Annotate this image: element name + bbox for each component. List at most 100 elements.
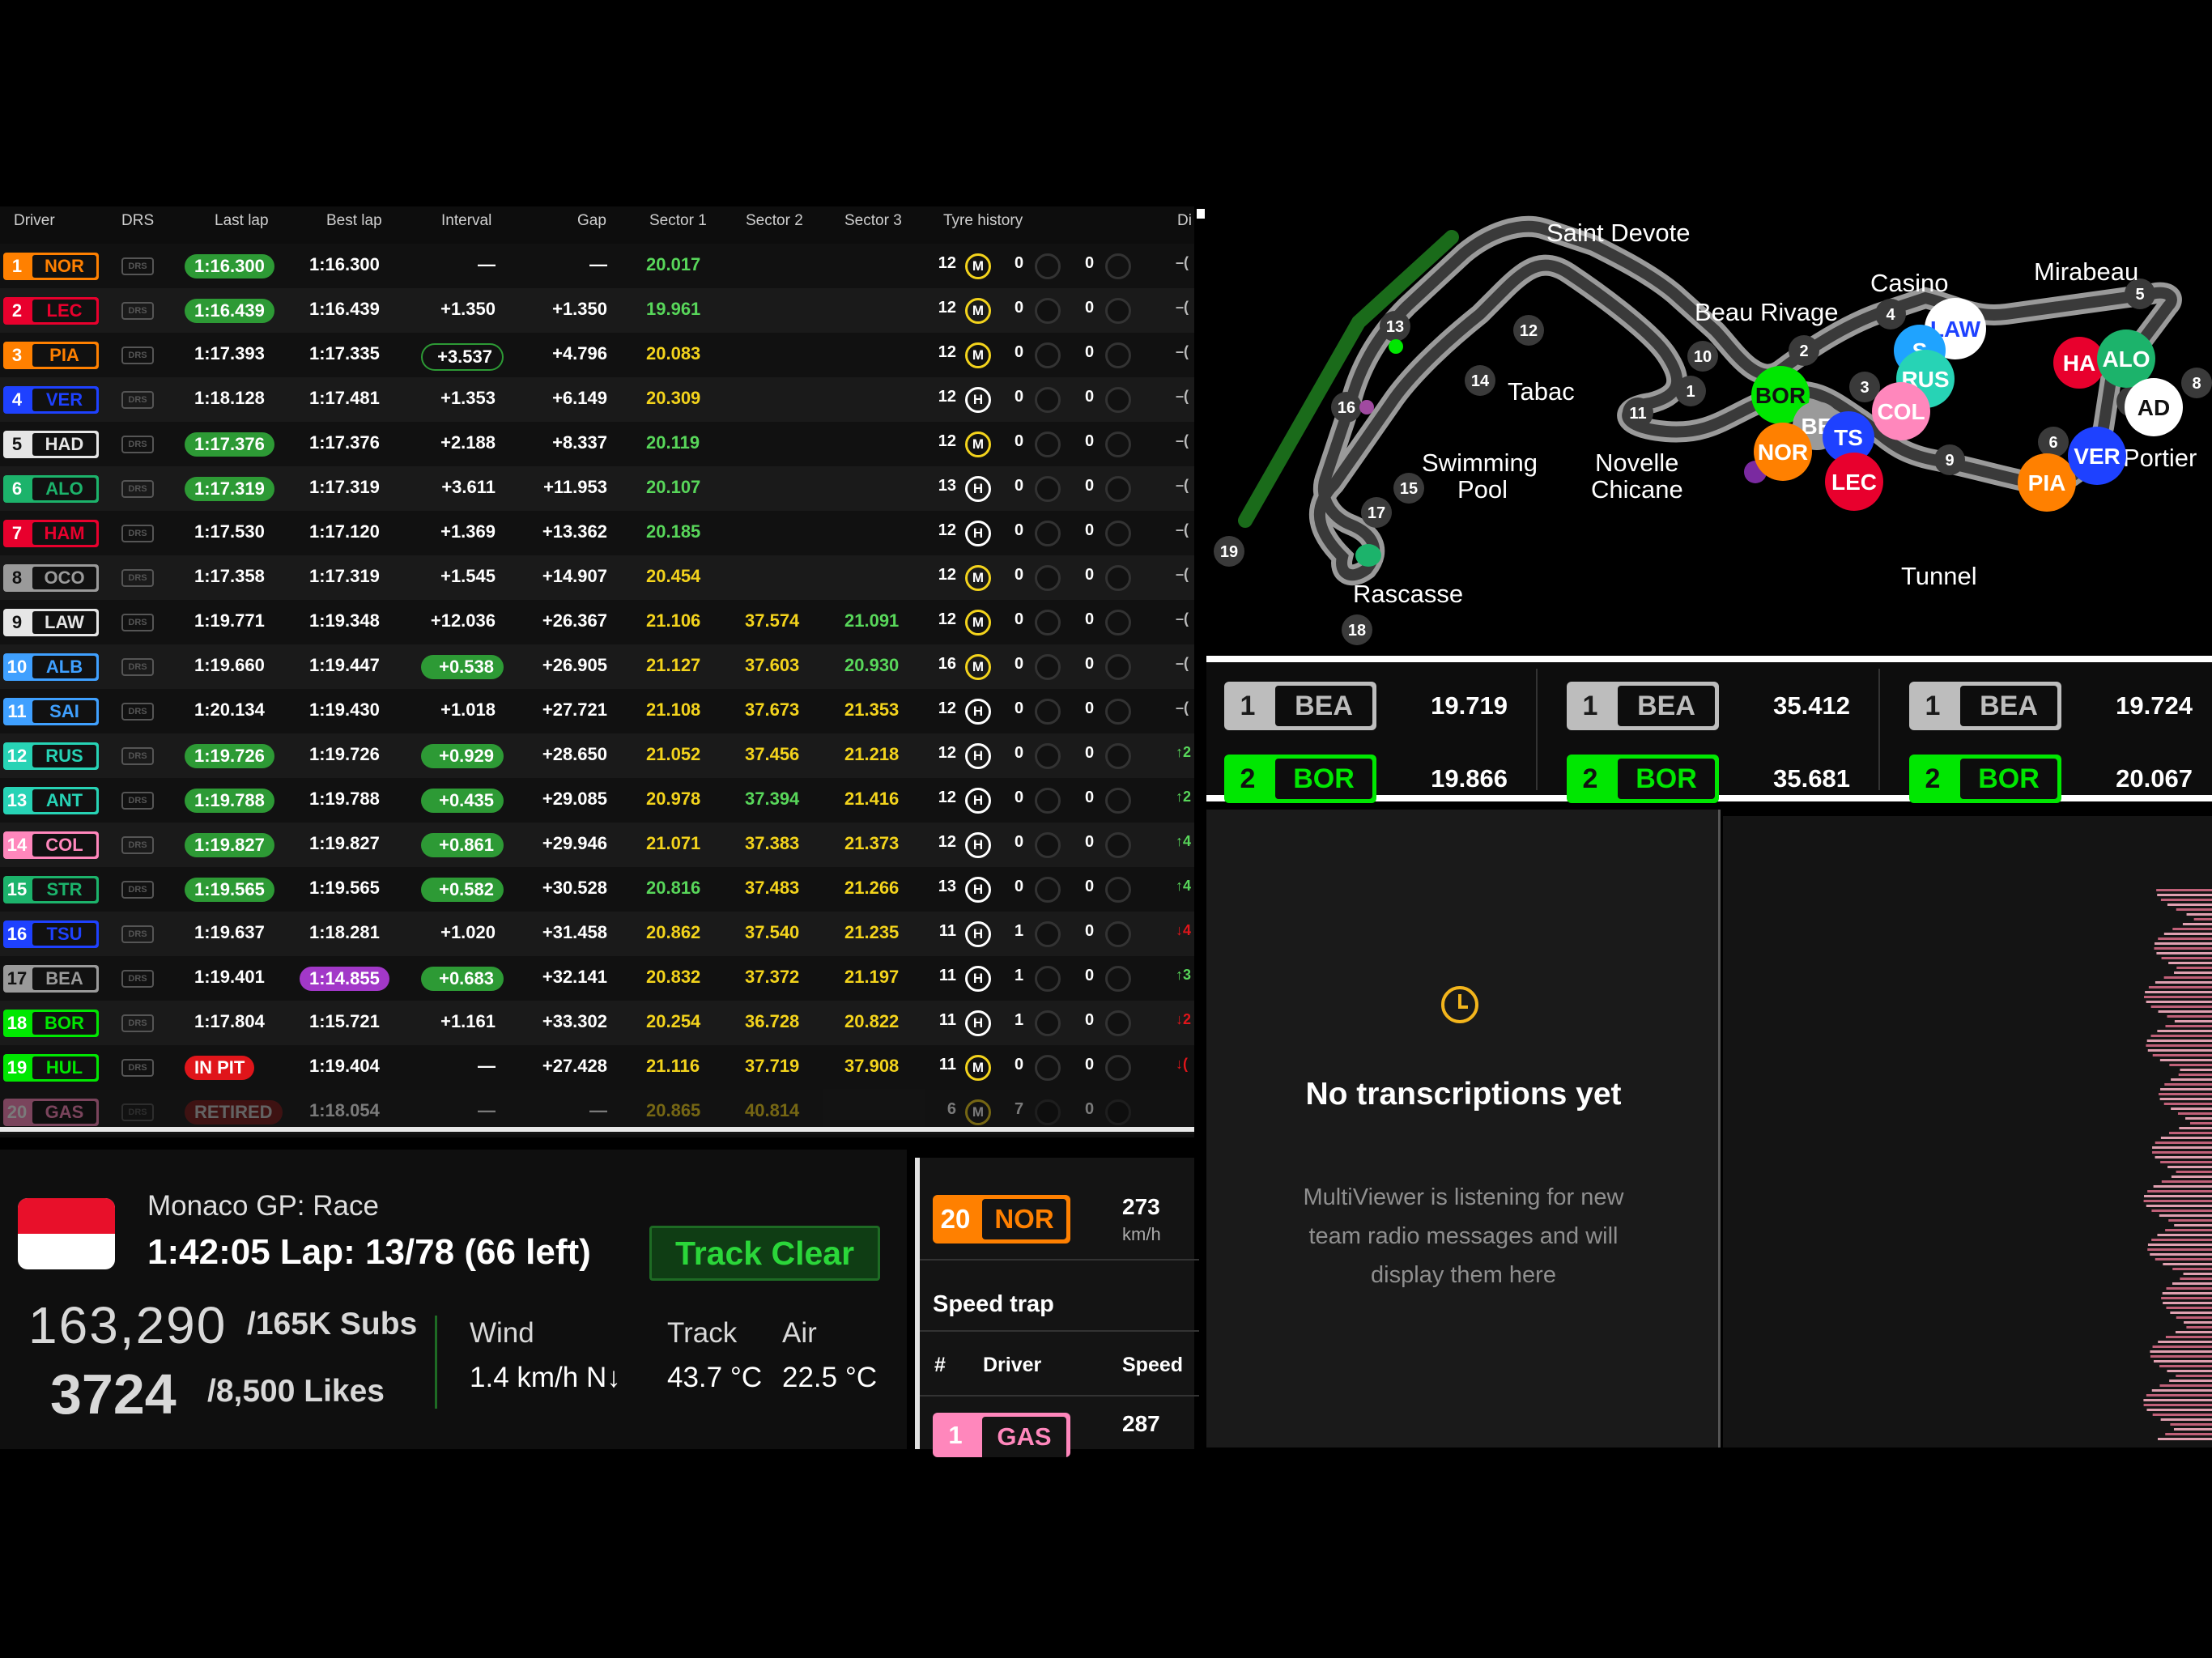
last-lap-time: 1:17.804	[194, 1011, 265, 1031]
table-row[interactable]: 12 RUS DRS 1:19.726 1:19.726 +0.929 +28.650 21.…	[0, 733, 1194, 778]
table-row[interactable]: 16 TSU DRS 1:19.637 1:18.281 +1.020 +31.458 20.…	[0, 912, 1194, 956]
driver-badge[interactable]: 5 HAD	[3, 431, 99, 458]
car-marker-lec[interactable]: LEC	[1825, 453, 1883, 511]
waveform-bar	[2170, 1312, 2212, 1314]
tyre-laps: 16	[938, 655, 956, 673]
driver-badge[interactable]: 18 BOR	[3, 1010, 99, 1037]
event-name: Monaco GP: Race	[147, 1190, 379, 1222]
driver-badge[interactable]: 6 ALO	[3, 475, 99, 503]
interval-value: +3.537	[421, 343, 504, 371]
driver-badge[interactable]: 20 GAS	[3, 1099, 99, 1126]
position-change: –(	[1176, 699, 1189, 716]
driver-badge[interactable]: 7 HAM	[3, 520, 99, 547]
sector-second-badge[interactable]: 2 BOR	[1567, 755, 1719, 803]
table-row[interactable]: 3 PIA DRS 1:17.393 1:17.335 +3.537 +4.796 20.08…	[0, 333, 1194, 377]
table-row[interactable]: 1 NOR DRS 1:16.300 1:16.300 — — 20.017 12 M 0 0 –(	[0, 244, 1194, 288]
gap-value: +28.650	[542, 744, 607, 764]
table-row[interactable]: 13 ANT DRS 1:19.788 1:19.788 +0.435 +29.085 20.…	[0, 778, 1194, 823]
like-count: 3724	[50, 1363, 177, 1426]
tyre-compound-icon: M	[965, 1099, 991, 1125]
car-marker-pia[interactable]: PIA	[2018, 453, 2076, 512]
driver-badge[interactable]: 9 LAW	[3, 609, 99, 636]
waveform-bar	[2171, 1078, 2212, 1081]
sector-second-badge[interactable]: 2 BOR	[1909, 755, 2061, 803]
col-tyre-history[interactable]: Tyre history	[943, 212, 1023, 230]
table-row[interactable]: 11 SAI DRS 1:20.134 1:19.430 +1.018 +27.721 21.…	[0, 689, 1194, 733]
car-marker-col[interactable]: COL	[1872, 382, 1930, 440]
driver-badge[interactable]: 14 COL	[3, 831, 99, 859]
col-diff[interactable]: Di	[1177, 212, 1192, 230]
sector-leader-badge[interactable]: 1 BEA	[1909, 682, 2061, 730]
table-row[interactable]: 2 LEC DRS 1:16.439 1:16.439 +1.350 +1.350 19.96…	[0, 288, 1194, 333]
table-row[interactable]: 14 COL DRS 1:19.827 1:19.827 +0.861 +29.946 21.…	[0, 823, 1194, 867]
car-marker-nor[interactable]: NOR	[1754, 423, 1812, 481]
gap-value: +27.721	[542, 699, 607, 720]
position-change: –(	[1176, 254, 1189, 270]
col-last-lap[interactable]: Last lap	[215, 212, 269, 230]
driver-badge[interactable]: 8 OCO	[3, 564, 99, 592]
table-row[interactable]: 19 HUL DRS IN PIT 1:19.404 — +27.428 21.116 37.7…	[0, 1045, 1194, 1090]
table-row[interactable]: 7 HAM DRS 1:17.530 1:17.120 +1.369 +13.362 20.1…	[0, 511, 1194, 555]
driver-badge[interactable]: 15 STR	[3, 876, 99, 903]
car-marker-small[interactable]	[1359, 400, 1374, 414]
sector2-time: 37.456	[745, 744, 800, 764]
driver-badge[interactable]: 16 TSU	[3, 920, 99, 948]
corner-marker: 12	[1513, 315, 1544, 346]
col-drs[interactable]: DRS	[121, 212, 154, 230]
driver-badge[interactable]: 1 NOR	[3, 253, 99, 280]
table-row[interactable]: 5 HAD DRS 1:17.376 1:17.376 +2.188 +8.337 20.11…	[0, 422, 1194, 466]
table-row[interactable]: 10 ALB DRS 1:19.660 1:19.447 +0.538 +26.905 21.…	[0, 644, 1194, 689]
speed-top-driver-badge[interactable]: 20 NOR	[933, 1195, 1070, 1244]
driver-badge[interactable]: 19 HUL	[3, 1054, 99, 1082]
tyre-stint-count: 0	[1085, 699, 1095, 717]
driver-badge[interactable]: 17 BEA	[3, 965, 99, 993]
speed-col-speed: Speed	[1122, 1354, 1184, 1376]
track-temp-value: 43.7 °C	[667, 1362, 763, 1393]
table-row[interactable]: 8 OCO DRS 1:17.358 1:17.319 +1.545 +14.907 20.4…	[0, 555, 1194, 600]
driver-badge[interactable]: 11 SAI	[3, 698, 99, 725]
sector-second-badge[interactable]: 2 BOR	[1224, 755, 1376, 803]
table-row[interactable]: 6 ALO DRS 1:17.319 1:17.319 +3.611 +11.953 20.1…	[0, 466, 1194, 511]
car-marker-small[interactable]	[1355, 544, 1381, 567]
col-best-lap[interactable]: Best lap	[326, 212, 382, 230]
corner-number: 5	[2135, 286, 2144, 304]
best-lap-time: 1:19.404	[309, 1056, 380, 1076]
driver-badge[interactable]: 12 RUS	[3, 742, 99, 770]
sector-leader-badge[interactable]: 1 BEA	[1224, 682, 1376, 730]
driver-badge[interactable]: 2 LEC	[3, 297, 99, 325]
car-marker-ad[interactable]: AD	[2125, 378, 2183, 436]
tyre-laps: 12	[938, 699, 956, 717]
table-row[interactable]: 15 STR DRS 1:19.565 1:19.565 +0.582 +30.528 20.…	[0, 867, 1194, 912]
sector-second-time: 19.866	[1431, 764, 1508, 793]
sector-leader-badge[interactable]: 1 BEA	[1567, 682, 1719, 730]
waveform-bar	[2174, 1020, 2212, 1022]
table-row[interactable]: 9 LAW DRS 1:19.771 1:19.348 +12.036 +26.367 21.…	[0, 600, 1194, 644]
speed-row-driver-badge[interactable]: 1 GAS	[933, 1413, 1070, 1457]
col-sector3[interactable]: Sector 3	[844, 212, 902, 230]
car-marker-ver[interactable]: VER	[2068, 427, 2126, 485]
driver-badge[interactable]: 10 ALB	[3, 653, 99, 681]
tyre-compound-icon: M	[965, 1055, 991, 1081]
driver-badge[interactable]: 13 ANT	[3, 787, 99, 814]
driver-badge[interactable]: 3 PIA	[3, 342, 99, 369]
sector2-time: 37.394	[745, 789, 800, 809]
col-driver[interactable]: Driver	[14, 212, 55, 230]
waveform-bar	[2164, 1083, 2212, 1086]
table-row[interactable]: 17 BEA DRS 1:19.401 1:14.855 +0.683 +32.141 20.…	[0, 956, 1194, 1001]
car-marker-small[interactable]	[1389, 339, 1403, 354]
position-change: –(	[1176, 521, 1189, 538]
col-interval[interactable]: Interval	[441, 212, 491, 230]
col-sector1[interactable]: Sector 1	[649, 212, 707, 230]
best-lap-time: 1:19.348	[309, 610, 380, 631]
sector-leader-pos: 1	[1582, 690, 1598, 721]
tyre-stint-count: 0	[1015, 388, 1024, 406]
tyre-laps: 13	[938, 477, 956, 495]
table-row[interactable]: 4 VER DRS 1:18.128 1:17.481 +1.353 +6.149 20.30…	[0, 377, 1194, 422]
driver-badge[interactable]: 4 VER	[3, 386, 99, 414]
col-gap[interactable]: Gap	[577, 212, 606, 230]
waveform-bar	[2186, 1326, 2212, 1329]
col-sector2[interactable]: Sector 2	[746, 212, 803, 230]
tyre-stint-count: 0	[1085, 744, 1095, 762]
table-row[interactable]: 18 BOR DRS 1:17.804 1:15.721 +1.161 +33.302 20.…	[0, 1001, 1194, 1045]
driver-position: 8	[11, 568, 23, 588]
